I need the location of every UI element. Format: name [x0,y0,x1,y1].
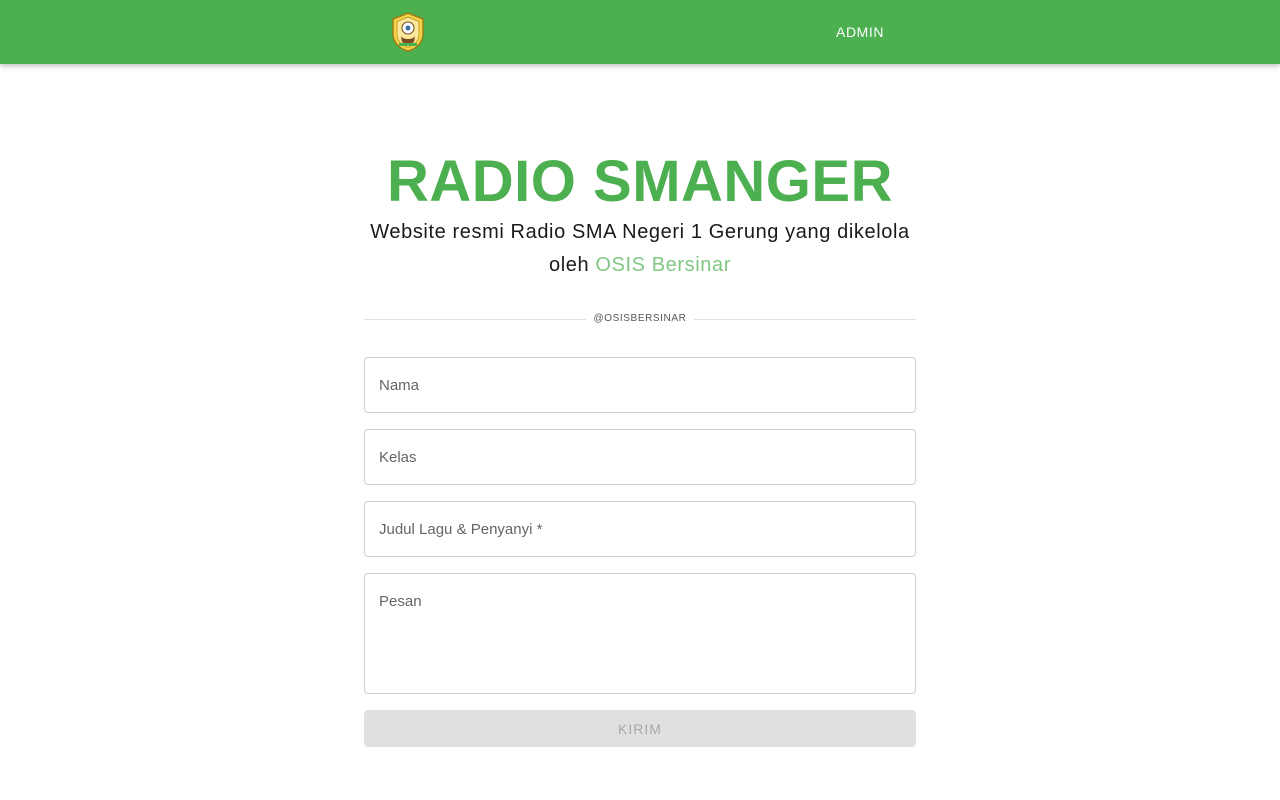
osis-bersinar-link[interactable]: OSIS Bersinar [595,254,731,276]
judul-lagu-field [364,501,916,557]
admin-link[interactable]: ADMIN [820,16,900,48]
kelas-field [364,429,916,485]
divider-line-right [694,319,916,320]
page-title: RADIO SMANGER [387,149,893,214]
pesan-textarea[interactable] [365,574,915,693]
pesan-field [364,573,916,694]
school-emblem-icon[interactable] [390,12,426,52]
nama-input[interactable] [365,358,915,412]
subtitle: Website resmi Radio SMA Negeri 1 Gerung … [360,216,920,282]
handle-divider: @OSISBERSINAR [364,310,916,328]
kirim-button[interactable]: KIRIM [364,710,916,747]
judul-lagu-input[interactable] [365,502,915,556]
kelas-input[interactable] [365,430,915,484]
top-app-bar: ADMIN [0,0,1280,64]
nama-field [364,357,916,413]
